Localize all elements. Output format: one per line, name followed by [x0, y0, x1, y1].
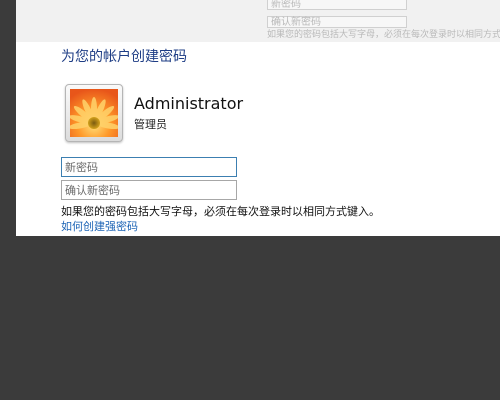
- background-confirm-password-field: 确认新密码: [267, 16, 407, 28]
- flower-icon: [70, 89, 118, 137]
- page-title: 为您的帐户创建密码: [61, 49, 187, 65]
- new-password-input[interactable]: [61, 157, 237, 177]
- user-role: 管理员: [134, 118, 167, 131]
- confirm-password-input[interactable]: [61, 180, 237, 200]
- user-avatar: [65, 84, 123, 142]
- background-hint-text: 如果您的密码包括大写字母，必须在每次登录时以相同方式键入。: [267, 30, 500, 40]
- strong-password-help-link[interactable]: 如何创建强密码: [61, 218, 138, 234]
- create-password-panel: 为您的帐户创建密码 Administrator 管理员 如果您的密码包括大写字母…: [16, 42, 500, 236]
- password-case-hint: 如果您的密码包括大写字母，必须在每次登录时以相同方式键入。: [61, 205, 380, 218]
- background-dialog-remnant: 新密码 确认新密码 如果您的密码包括大写字母，必须在每次登录时以相同方式键入。: [16, 0, 500, 42]
- user-name: Administrator: [134, 94, 244, 113]
- background-new-password-field: 新密码: [267, 0, 407, 10]
